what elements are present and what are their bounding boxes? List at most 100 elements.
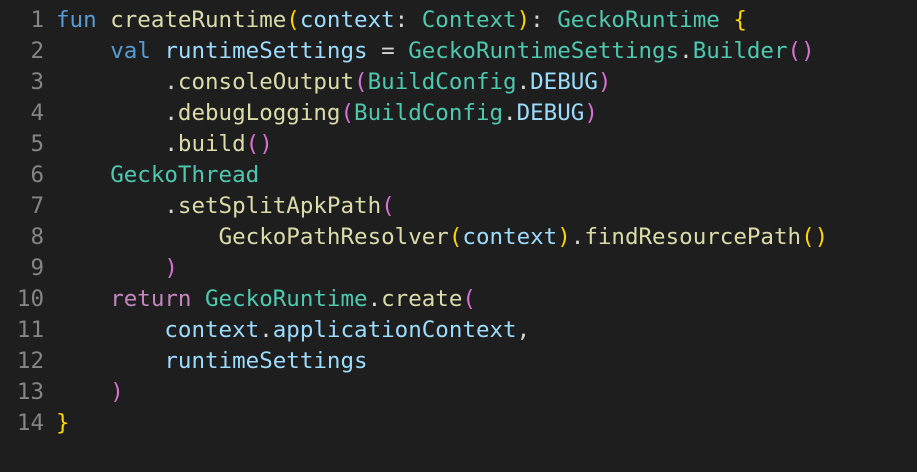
line-number: 10 xyxy=(16,286,44,312)
code-token: setSplitApkPath xyxy=(177,193,382,219)
code-token: context xyxy=(164,317,260,343)
line-number: 14 xyxy=(16,410,44,436)
code-line[interactable]: 4 .debugLogging(BuildConfig.DEBUG) xyxy=(0,98,917,129)
code-token: GeckoRuntime xyxy=(557,7,720,33)
code-token: Context xyxy=(421,7,517,33)
line-number: 1 xyxy=(30,7,44,33)
code-token: . xyxy=(679,38,693,64)
code-token: runtimeSettings xyxy=(164,348,368,374)
code-token: . xyxy=(56,131,178,157)
code-line[interactable]: 1 fun createRuntime(context: Context): Ge… xyxy=(0,5,917,36)
code-token: Builder xyxy=(692,38,788,64)
line-number: 8 xyxy=(30,224,44,250)
code-text: context.applicationContext, xyxy=(56,315,530,346)
code-token: consoleOutput xyxy=(177,69,355,95)
line-number: 11 xyxy=(16,317,44,343)
code-token: BuildConfig xyxy=(354,100,504,126)
code-token: . xyxy=(516,69,531,95)
code-token: runtimeSettings xyxy=(164,38,368,64)
code-token: createRuntime xyxy=(110,7,287,33)
code-token: fun xyxy=(56,7,97,33)
code-text: fun createRuntime(context: Context): Gec… xyxy=(56,5,747,36)
code-token: { xyxy=(733,7,747,33)
code-token: DEBUG xyxy=(516,100,585,126)
code-line[interactable]: 6 GeckoThread xyxy=(0,160,917,191)
code-text: runtimeSettings xyxy=(56,346,368,377)
code-text: ) xyxy=(56,377,124,408)
code-line[interactable]: 13 ) xyxy=(0,377,917,408)
code-token: , xyxy=(516,317,531,343)
code-token: debugLogging xyxy=(177,100,341,126)
code-text: GeckoPathResolver(context).findResourceP… xyxy=(56,222,829,253)
code-token: : xyxy=(530,7,558,33)
code-text: ) xyxy=(56,253,178,284)
code-token: applicationContext xyxy=(272,317,517,343)
line-number: 7 xyxy=(30,193,44,219)
code-token: = xyxy=(367,38,409,64)
code-text: val runtimeSettings = GeckoRuntimeSettin… xyxy=(56,36,815,67)
code-token: context xyxy=(299,7,395,33)
code-token: ( xyxy=(462,286,476,312)
code-token: ( xyxy=(340,100,355,126)
code-editor[interactable]: 1 fun createRuntime(context: Context): Ge… xyxy=(0,0,917,472)
code-text: .debugLogging(BuildConfig.DEBUG) xyxy=(56,98,598,129)
code-token: GeckoRuntime xyxy=(205,286,368,312)
code-token: . xyxy=(503,100,517,126)
code-token: ) xyxy=(164,255,178,281)
code-token: ( xyxy=(448,224,463,250)
code-token: GeckoPathResolver xyxy=(218,224,449,250)
code-text: return GeckoRuntime.create( xyxy=(56,284,476,315)
code-token: DEBUG xyxy=(530,69,598,95)
line-number: 12 xyxy=(16,348,44,374)
code-line[interactable]: 2 val runtimeSettings = GeckoRuntimeSett… xyxy=(0,36,917,67)
code-line[interactable]: 3 .consoleOutput(BuildConfig.DEBUG) xyxy=(0,67,917,98)
code-token: () xyxy=(787,38,815,64)
code-line[interactable]: 9 ) xyxy=(0,253,917,284)
code-token: GeckoRuntimeSettings xyxy=(408,38,680,64)
code-token: } xyxy=(56,410,70,436)
code-token: create xyxy=(381,286,463,312)
code-text: .build() xyxy=(56,129,273,160)
code-token: ) xyxy=(110,379,124,405)
line-number: 4 xyxy=(30,100,44,126)
code-text: } xyxy=(56,408,70,439)
code-text: .consoleOutput(BuildConfig.DEBUG) xyxy=(56,67,611,98)
code-line[interactable]: 14} xyxy=(0,408,917,439)
code-token: ) xyxy=(584,100,598,126)
code-token: ( xyxy=(381,193,395,219)
code-token: : xyxy=(394,7,422,33)
code-token: return xyxy=(110,286,192,312)
code-line[interactable]: 10 return GeckoRuntime.create( xyxy=(0,284,917,315)
code-token: . xyxy=(259,317,273,343)
line-number: 3 xyxy=(30,69,44,95)
code-token: . xyxy=(570,224,585,250)
code-token: . xyxy=(56,193,178,219)
code-token: ( xyxy=(286,7,300,33)
code-line[interactable]: 5 .build() xyxy=(0,129,917,160)
line-number: 13 xyxy=(16,379,44,405)
code-line[interactable]: 8 GeckoPathResolver(context).findResourc… xyxy=(0,222,917,253)
code-token: () xyxy=(245,131,273,157)
code-token: ) xyxy=(597,69,612,95)
code-line[interactable]: 12 runtimeSettings xyxy=(0,346,917,377)
code-line[interactable]: 11 context.applicationContext, xyxy=(0,315,917,346)
code-text: GeckoThread xyxy=(56,160,259,191)
code-token: GeckoThread xyxy=(110,162,260,188)
code-token: val xyxy=(110,38,151,64)
line-number: 5 xyxy=(30,131,44,157)
code-line[interactable]: 7 .setSplitApkPath( xyxy=(0,191,917,222)
line-number: 2 xyxy=(30,38,44,64)
code-token: context xyxy=(462,224,558,250)
code-token: build xyxy=(177,131,246,157)
code-token: ) xyxy=(557,224,571,250)
code-token: . xyxy=(367,286,382,312)
code-token: ) xyxy=(516,7,531,33)
